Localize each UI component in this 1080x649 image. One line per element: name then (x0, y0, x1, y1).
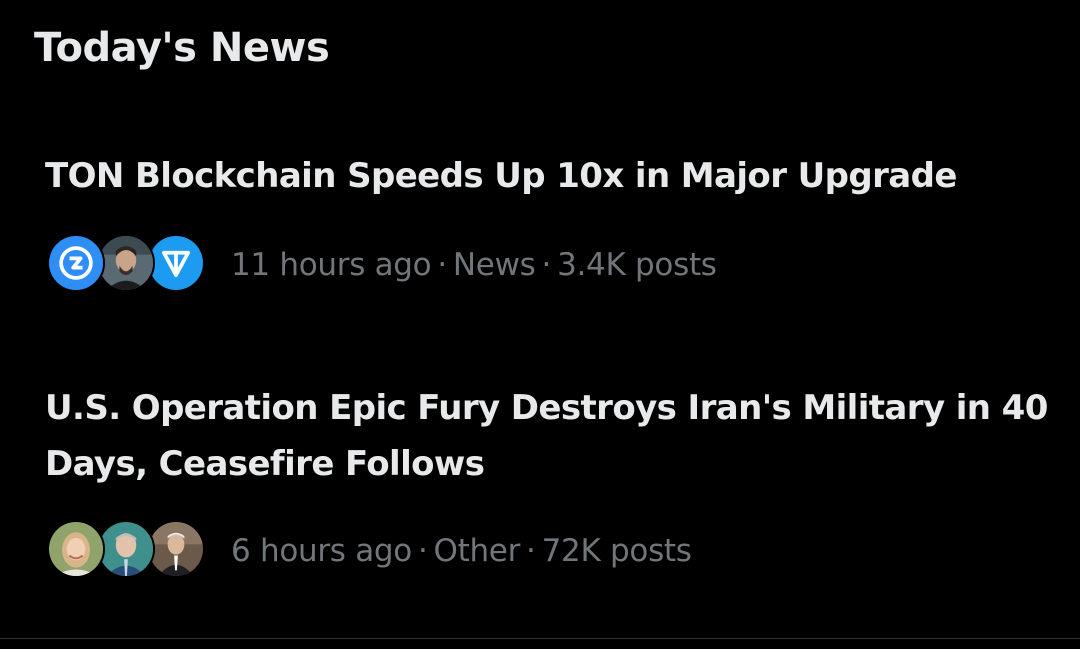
news-time: 6 hours ago (231, 533, 412, 569)
news-headline[interactable]: U.S. Operation Epic Fury Destroys Iran's… (45, 380, 1055, 492)
news-meta-text: 11 hours ago · News · 3.4K posts (231, 247, 717, 283)
news-meta: 11 hours ago · News · 3.4K posts (47, 234, 717, 296)
man-suit-portrait-avatar (147, 520, 205, 578)
news-category: News (452, 247, 536, 283)
man-portrait-avatar (97, 234, 155, 292)
avatar-stack (47, 234, 209, 296)
news-meta: 6 hours ago · Other · 72K posts (47, 520, 692, 582)
news-headline[interactable]: TON Blockchain Speeds Up 10x in Major Up… (45, 148, 1055, 204)
woman-portrait-avatar (47, 520, 105, 578)
blue-logo-avatar (47, 234, 105, 292)
news-post-count: 3.4K posts (557, 247, 717, 283)
section-title: Today's News (34, 25, 330, 71)
bottom-divider (0, 638, 1080, 639)
news-post-count: 72K posts (541, 533, 692, 569)
news-item-epic-fury[interactable]: U.S. Operation Epic Fury Destroys Iran's… (0, 372, 1080, 602)
avatar-stack (47, 520, 209, 582)
man-portrait-avatar (97, 520, 155, 578)
ton-logo-avatar (147, 234, 205, 292)
news-category: Other (433, 533, 521, 569)
news-time: 11 hours ago (231, 247, 432, 283)
news-meta-text: 6 hours ago · Other · 72K posts (231, 533, 692, 569)
news-item-ton[interactable]: TON Blockchain Speeds Up 10x in Major Up… (0, 140, 1080, 310)
